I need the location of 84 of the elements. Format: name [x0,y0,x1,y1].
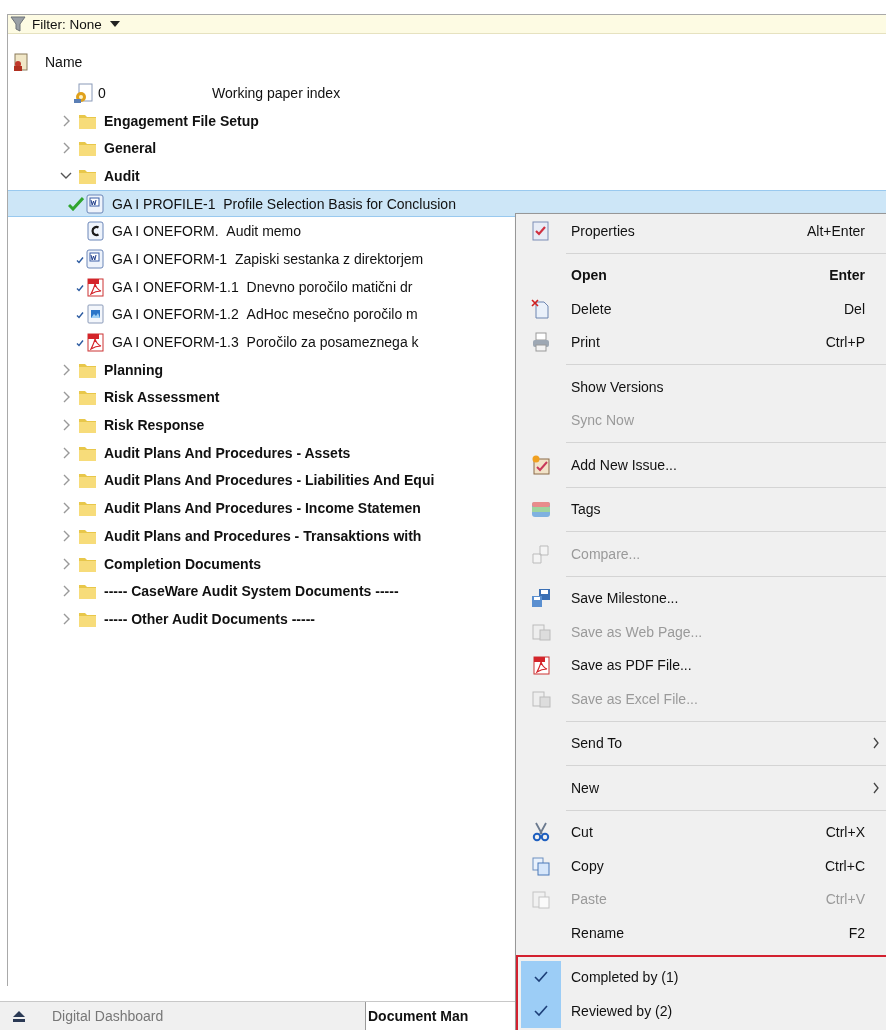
filter-label[interactable]: Filter: None [32,16,102,32]
pdf-icon [531,655,551,676]
chevron-right-icon[interactable] [62,114,72,127]
document-title: GA I ONEFORM-1.3 Poročilo za posameznega k [112,334,419,351]
compare-icon [531,543,551,564]
pdf-document-icon [84,332,106,353]
chevron-right-icon[interactable] [62,612,72,625]
caret-icon[interactable] [107,19,122,29]
save-milestone-icon [531,588,551,609]
document-title: GA I ONEFORM-1 Zapiski sestanka z direktorjem [112,250,424,267]
document-title: GA I ONEFORM-1.2 AdHoc mesečno poročilo m [112,306,418,323]
properties-icon [531,220,551,241]
chevron-right-icon[interactable] [62,557,72,570]
scissors-icon [531,822,551,843]
menu-item[interactable]: Save Milestone... [516,581,886,615]
folder-label: General [104,140,157,157]
folder-label: Risk Response [104,417,205,434]
chevron-right-icon[interactable] [62,363,72,376]
document-title: GA I ONEFORM-1.1 Dnevno poročilo matični dr [112,278,413,295]
folder-label: Audit Plans And Procedures - Income Statemen [104,500,421,517]
c-document-icon [84,221,106,242]
menu-item[interactable]: Show Versions [516,370,886,404]
chevron-down-icon[interactable] [60,170,72,181]
copy-icon [531,855,551,876]
gear-document-icon [72,82,94,103]
menu-item[interactable]: Completed by (1) [516,960,886,994]
menu-item[interactable]: Cut Ctrl+X [516,815,886,849]
pdf-document-icon [84,276,106,297]
chevron-right-icon[interactable] [62,585,72,598]
folder-label: Audit Plans And Procedures - Assets [104,444,351,461]
menu-item[interactable]: Add New Issue... [516,448,886,482]
image-document-icon [84,304,106,325]
menu-item[interactable]: Reviewed by (2) [516,994,886,1028]
tree-row[interactable]: Audit [8,162,886,190]
word-document-icon [84,193,106,214]
chevron-right-icon[interactable] [62,142,72,155]
menu-item[interactable]: Save as PDF File... [516,648,886,682]
tree-row[interactable]: 0 Working paper index [8,79,886,107]
printer-icon [531,332,551,353]
checkmark[interactable] [521,994,561,1028]
menu-item[interactable]: Delete Del [516,292,886,326]
tree-row[interactable]: General [8,134,886,163]
tab[interactable]: Digital Dashboard [0,1002,366,1030]
eject-icon [12,1009,26,1023]
document-title: GA I ONEFORM. Audit memo [112,223,302,240]
excel-file-icon [531,688,551,709]
folder-label: Risk Assessment [104,389,220,406]
folder-label: ----- CaseWare Audit System Documents ----- [104,583,399,600]
folder-label: Audit Plans and Procedures - Transaktions with [104,527,422,544]
document-title: GA I PROFILE-1 Profile Selection Basis for Conclusion [112,195,456,212]
folder-label: ----- Other Audit Documents ----- [104,610,315,627]
checkmark[interactable] [521,960,561,994]
column-header[interactable]: Name [45,54,83,70]
tree-row[interactable]: GA I PROFILE-1 Profile Selection Basis for Conclusion [8,189,886,218]
tree-row[interactable]: Engagement File Setup [8,106,886,135]
chevron-right-icon[interactable] [62,446,72,459]
menu-item[interactable]: New [516,771,886,805]
column-chooser-icon [11,52,31,72]
paste-icon [531,889,551,910]
issue-icon [531,454,551,475]
tags-icon [531,499,551,520]
check-icon [534,1004,548,1017]
document-title: Working paper index [212,84,341,101]
chevron-right-icon[interactable] [62,529,72,542]
folder-label: Completion Documents [104,555,262,572]
folder-label: Audit [104,167,140,184]
menu-item[interactable]: Rename F2 [516,916,886,950]
menu-item[interactable]: Print Ctrl+P [516,325,886,359]
folder-label: Audit Plans And Procedures - Liabilities And Equi [104,472,435,489]
chevron-right-icon[interactable] [62,419,72,432]
menu-item[interactable]: Copy Ctrl+C [516,849,886,883]
word-document-icon [84,248,106,269]
check-icon [534,971,548,984]
document-number: 0 [98,84,107,101]
folder-label: Planning [104,361,164,378]
filter-icon [10,16,26,32]
menu-item[interactable]: Open Enter [516,258,886,292]
web-page-icon [531,621,551,642]
menu-item[interactable]: Send To [516,726,886,760]
chevron-right-icon[interactable] [62,391,72,404]
chevron-right-icon[interactable] [62,474,72,487]
chevron-right-icon[interactable] [62,502,72,515]
folder-label: Engagement File Setup [104,112,259,129]
delete-icon [531,298,551,319]
